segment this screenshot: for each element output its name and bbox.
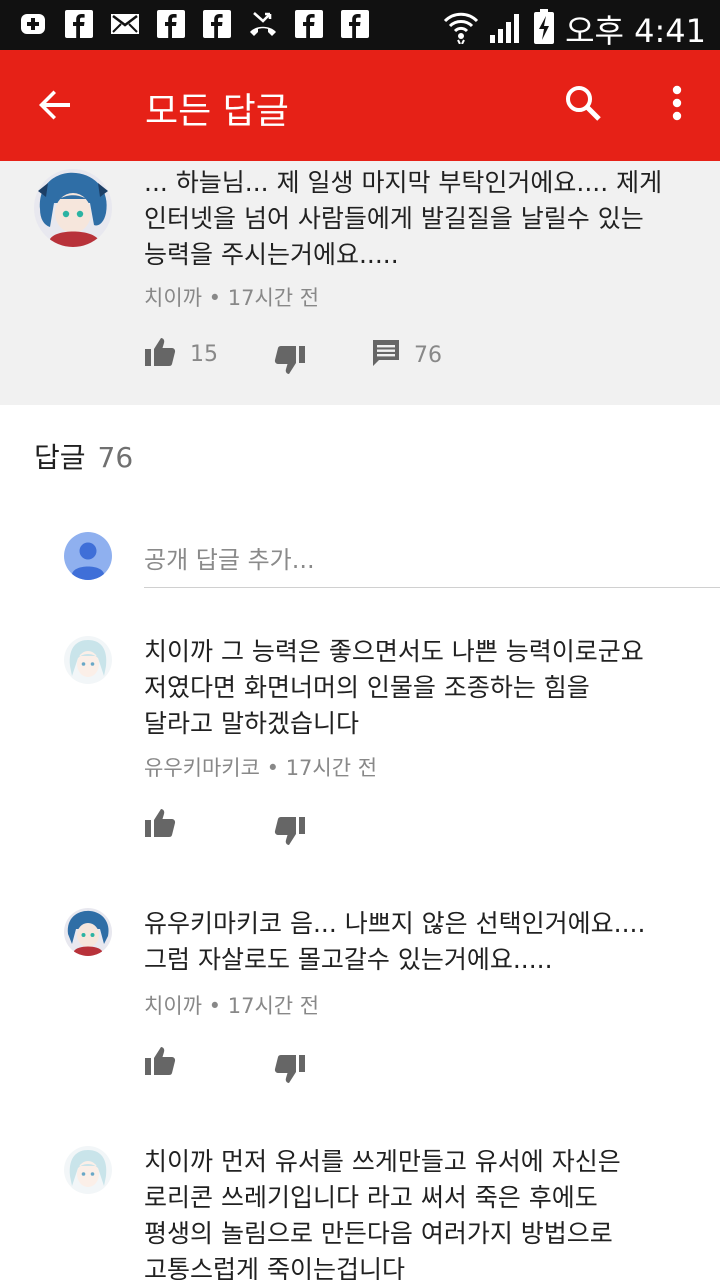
comment-text: ... 하늘님... 제 일생 마지막 부탁인거에요.... 제게 인터넷을 넘… (144, 168, 663, 269)
parent-comment: ... 하늘님... 제 일생 마지막 부탁인거에요.... 제게 인터넷을 넘… (0, 161, 720, 405)
comment-time: 17시간 전 (285, 756, 378, 780)
avatar[interactable] (34, 169, 112, 247)
reply-count: 76 (414, 342, 442, 368)
search-button[interactable] (558, 80, 608, 130)
comment-meta: 치이까 • 17시간 전 (144, 990, 319, 1020)
comment-meta: 치이까 • 17시간 전 (144, 282, 319, 312)
thumb-down-icon (274, 816, 306, 850)
thumb-up-icon (144, 808, 176, 842)
dislike-button[interactable] (274, 345, 306, 379)
signal-icon (489, 11, 523, 47)
more-options-button[interactable] (652, 80, 702, 130)
meta-separator: • (266, 756, 279, 780)
thumb-up-icon (144, 1046, 176, 1080)
app-bar: 모든 답글 (0, 50, 720, 161)
replies-label: 답글 (34, 441, 86, 474)
thumb-up-icon (144, 337, 176, 371)
clock: 오후 4:41 (565, 12, 706, 50)
replies-count: 76 (97, 441, 134, 474)
avatar[interactable] (64, 908, 112, 956)
add-reply-input[interactable] (144, 532, 720, 588)
meta-separator: • (208, 994, 222, 1018)
comment-icon (372, 339, 400, 371)
facebook-icon (64, 9, 94, 39)
avatar[interactable] (64, 1146, 112, 1194)
dislike-button[interactable] (274, 816, 306, 850)
search-icon (564, 84, 602, 126)
page-title: 모든 답글 (145, 91, 289, 132)
comment-text: 치이까 먼저 유서를 쓰게만들고 유서에 자신은 로리콘 쓰레기입니다 라고 써… (144, 1147, 621, 1280)
battery-charging-icon (533, 9, 555, 49)
notification-icons (18, 9, 370, 39)
status-bar: 오후 4:41 (0, 0, 720, 50)
comment-time: 17시간 전 (227, 286, 320, 310)
user-avatar (64, 532, 112, 580)
add-notification-icon (18, 9, 48, 39)
like-count: 15 (190, 341, 218, 367)
like-button[interactable] (144, 1046, 176, 1080)
comment-text: 치이까 그 능력은 좋으면서도 나쁜 능력이로군요 저였다면 화면너머의 인물을… (144, 637, 644, 738)
thumb-down-icon (274, 1054, 306, 1088)
facebook-icon (202, 9, 232, 39)
comment-meta: 유우키마키코 • 17시간 전 (144, 752, 377, 782)
like-button[interactable]: 15 (144, 337, 218, 371)
system-icons: 오후 4:41 (443, 6, 706, 52)
comment-author[interactable]: 치이까 (144, 994, 202, 1018)
replies-header: 답글 76 (34, 436, 133, 476)
comment-text: 유우키마키코 음... 나쁘지 않은 선택인거에요.... 그럼 자살로도 몰고… (144, 909, 646, 974)
wifi-icon (443, 10, 479, 48)
dislike-button[interactable] (274, 1054, 306, 1088)
back-button[interactable] (30, 82, 80, 132)
comment-author[interactable]: 치이까 (144, 286, 202, 310)
reply-count-button[interactable]: 76 (372, 339, 442, 371)
like-button[interactable] (144, 808, 176, 842)
mail-icon (110, 9, 140, 39)
facebook-icon (156, 9, 186, 39)
facebook-icon (340, 9, 370, 39)
facebook-icon (294, 9, 324, 39)
missed-call-icon (248, 9, 278, 39)
avatar[interactable] (64, 636, 112, 684)
comment-time: 17시간 전 (227, 994, 320, 1018)
thumb-down-icon (274, 345, 306, 379)
meta-separator: • (208, 286, 222, 310)
more-vert-icon (671, 85, 683, 125)
comment-author[interactable]: 유우키마키코 (144, 756, 260, 780)
arrow-back-icon (37, 87, 73, 127)
